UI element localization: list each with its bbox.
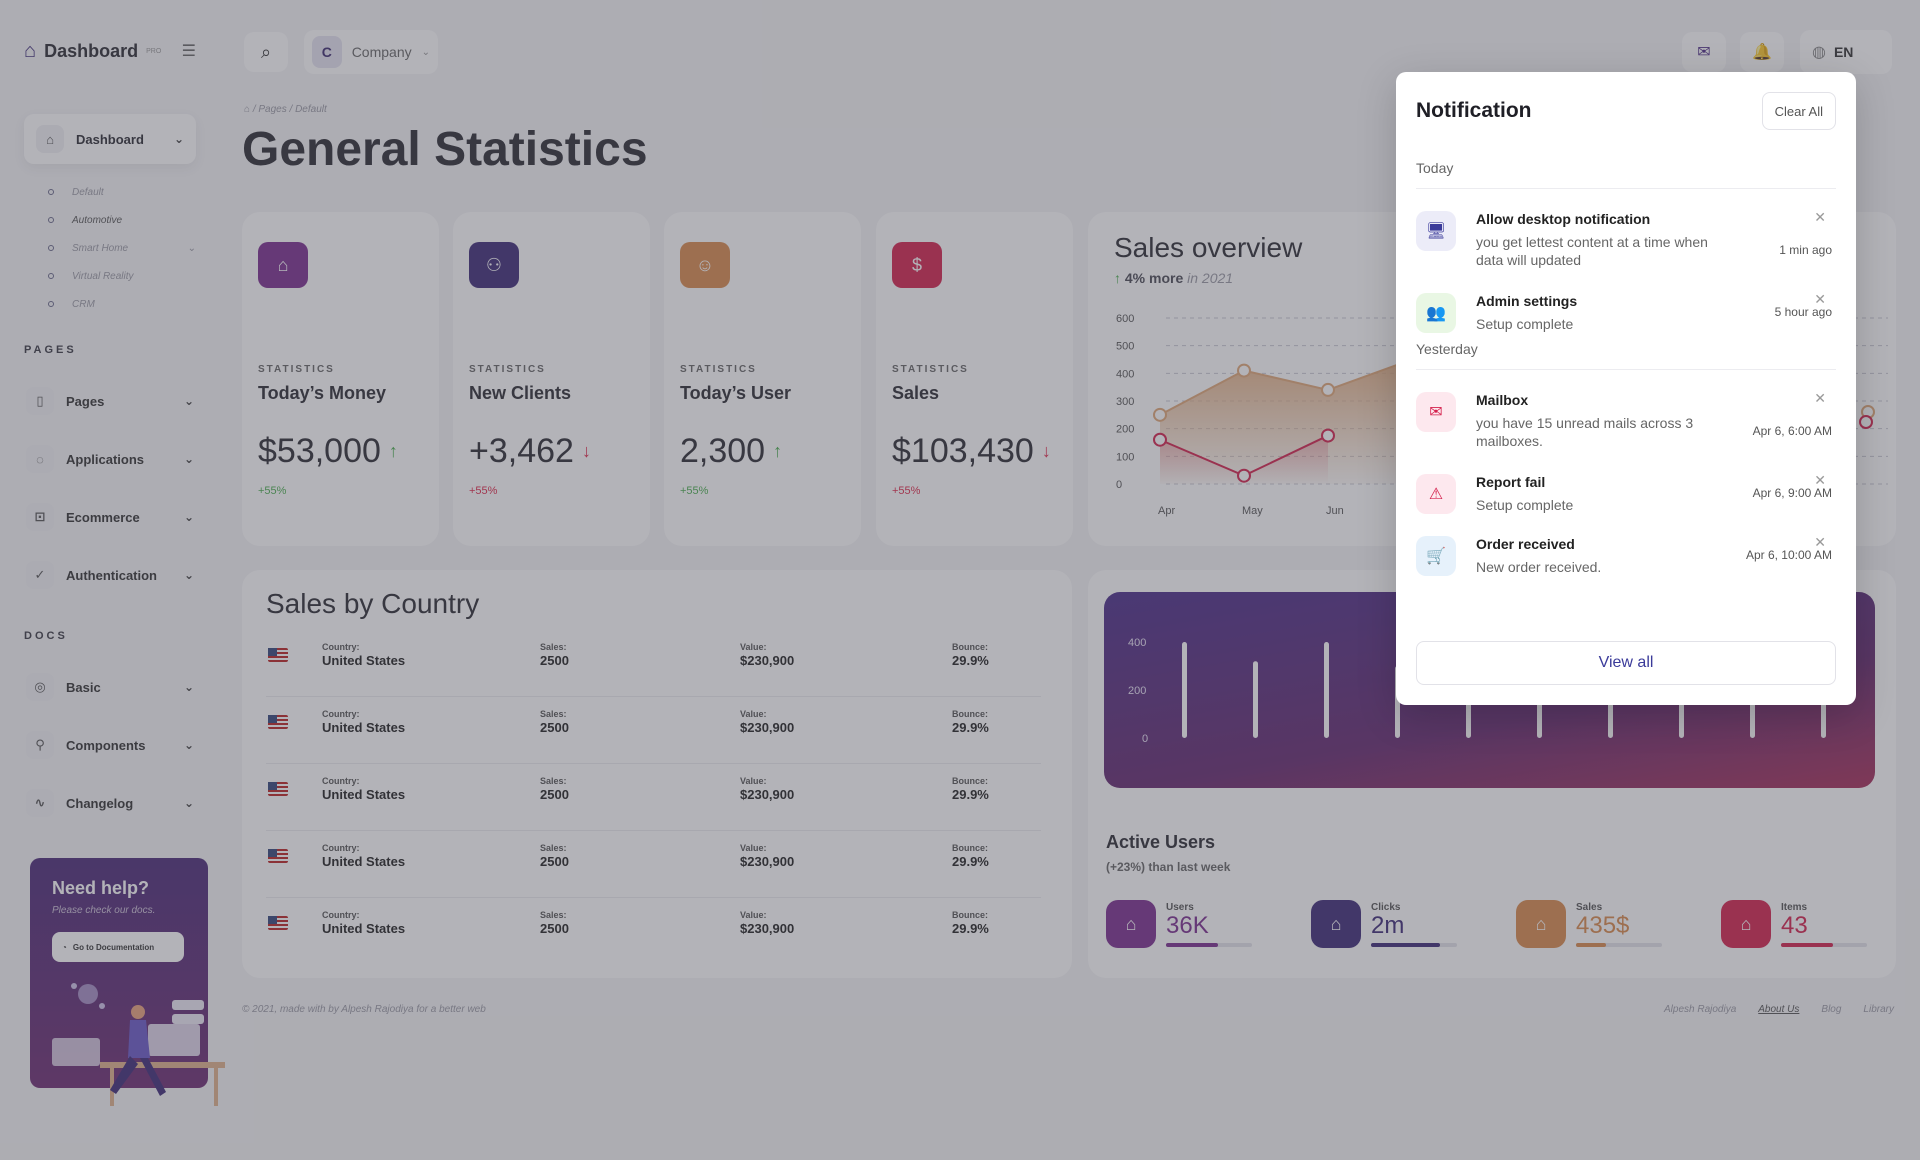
notification-title: Order received: [1476, 536, 1575, 552]
notification-time: 1 min ago: [1779, 243, 1832, 257]
notification-title: Report fail: [1476, 474, 1546, 490]
notification-item[interactable]: 👥 Admin settings Setup complete ✕ 5 hour ago: [1416, 271, 1836, 333]
notification-item[interactable]: 🛒 Order received New order received. ✕ Apr 6…: [1416, 514, 1836, 576]
notification-body: Admin settings Setup complete: [1476, 293, 1716, 333]
notification-desc: Setup complete: [1476, 497, 1574, 513]
notification-time: Apr 6, 10:00 AM: [1745, 548, 1832, 562]
cart-icon: 🛒: [1416, 536, 1456, 576]
view-all-button[interactable]: View all: [1416, 641, 1836, 685]
close-icon[interactable]: ✕: [1814, 390, 1826, 407]
clear-all-button[interactable]: Clear All: [1761, 92, 1836, 130]
warning-icon: ⚠: [1416, 474, 1456, 514]
notification-title: Allow desktop notification: [1476, 211, 1651, 227]
notification-body: Mailbox you have 15 unread mails across 3…: [1476, 392, 1716, 452]
notification-desc: you get lettest content at a time when d…: [1476, 234, 1708, 268]
notification-body: Allow desktop notification you get lettes…: [1476, 211, 1716, 271]
notification-panel: Notification Clear All Today 🖥 Allow deskt…: [1396, 72, 1856, 705]
users-icon: 👥: [1416, 293, 1456, 333]
notification-title: Mailbox: [1476, 392, 1529, 408]
notification-time: Apr 6, 9:00 AM: [1752, 486, 1832, 500]
notification-desc: Setup complete: [1476, 316, 1574, 332]
notification-item[interactable]: ✉ Mailbox you have 15 unread mails across …: [1416, 370, 1836, 452]
notification-body: Report fail Setup complete: [1476, 474, 1716, 514]
notification-group-label: Yesterday: [1416, 341, 1836, 370]
notification-time: Apr 6, 6:00 AM: [1752, 424, 1832, 438]
notification-time: 5 hour ago: [1774, 305, 1832, 319]
notification-title: Admin settings: [1476, 293, 1578, 309]
monitor-icon: 🖥: [1416, 211, 1456, 251]
notification-item[interactable]: ⚠ Report fail Setup complete ✕ Apr 6, 9:00 A…: [1416, 452, 1836, 514]
notification-title: Notification: [1416, 99, 1532, 122]
notification-group-label: Today: [1416, 160, 1836, 189]
close-icon[interactable]: ✕: [1814, 209, 1826, 226]
notification-desc: you have 15 unread mails across 3 mailbo…: [1476, 415, 1694, 449]
notification-header: Notification Clear All: [1416, 92, 1836, 130]
notification-desc: New order received.: [1476, 559, 1602, 575]
mail-icon: ✉: [1416, 392, 1456, 432]
notification-item[interactable]: 🖥 Allow desktop notification you get lette…: [1416, 189, 1836, 271]
notification-body: Order received New order received.: [1476, 536, 1716, 576]
